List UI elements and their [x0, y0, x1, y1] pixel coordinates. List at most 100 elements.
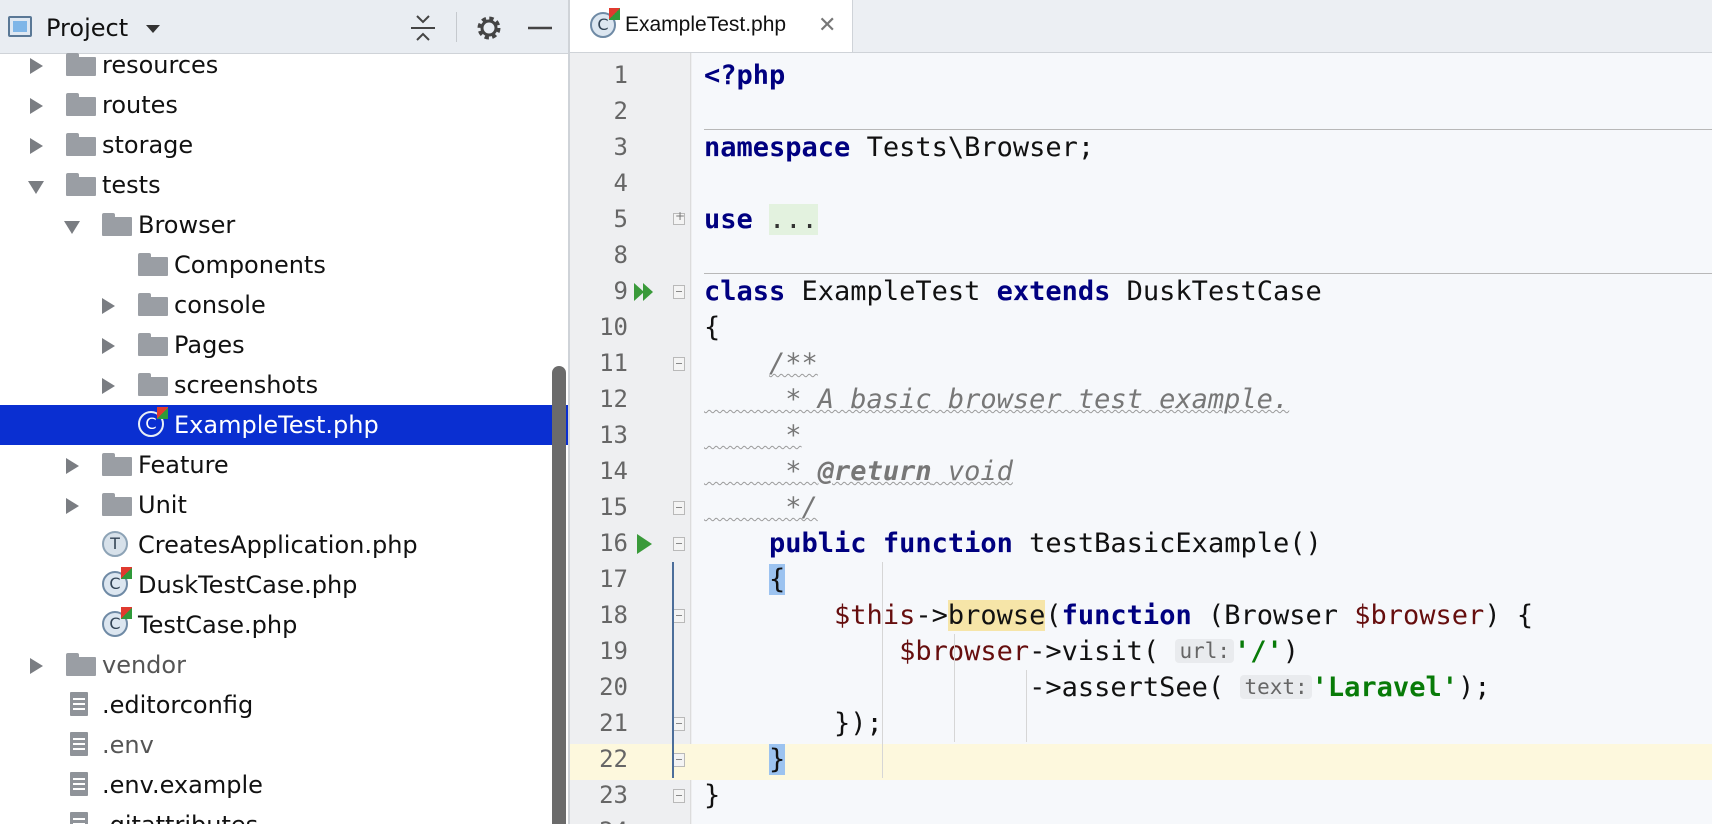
code-text[interactable]: }	[704, 744, 786, 775]
line-number: 17	[599, 565, 628, 593]
gear-icon[interactable]	[471, 10, 507, 46]
code-text[interactable]: */	[704, 492, 818, 523]
tree-item-resources[interactable]: resources	[0, 45, 556, 85]
line-number: 12	[599, 385, 628, 413]
code-line[interactable]: 23}	[570, 778, 1712, 814]
code-line[interactable]: 14 * @return void	[570, 454, 1712, 490]
expand-arrow-right-icon[interactable]	[102, 298, 115, 314]
code-text[interactable]: }	[704, 780, 720, 811]
php-class-icon: C	[590, 8, 620, 38]
run-tests-icon[interactable]	[632, 280, 656, 304]
tree-item-testcase-php[interactable]: C TestCase.php	[0, 605, 556, 645]
tree-item-console[interactable]: console	[0, 285, 556, 325]
fold-collapse-icon[interactable]	[673, 357, 685, 371]
code-text[interactable]: <?php	[704, 60, 785, 91]
fold-expand-icon[interactable]	[673, 209, 685, 225]
code-line[interactable]: 20 ->assertSee( text: 'Laravel');	[570, 670, 1712, 706]
code-text[interactable]: $browser->visit( url: '/')	[704, 636, 1299, 667]
fold-collapse-icon[interactable]	[673, 717, 685, 731]
fold-collapse-icon[interactable]	[673, 789, 685, 803]
tree-item-tests[interactable]: tests	[0, 165, 556, 205]
minimize-icon[interactable]	[522, 10, 558, 46]
code-text[interactable]: *	[704, 420, 801, 451]
fold-collapse-icon[interactable]	[673, 537, 685, 551]
code-text[interactable]: ->assertSee( text: 'Laravel');	[704, 672, 1490, 703]
code-text[interactable]: {	[704, 312, 720, 343]
collapse-all-icon[interactable]	[405, 10, 441, 46]
editor-pane: C ExampleTest.php ✕ 1 <?php 2 3 namespace Te…	[570, 0, 1712, 824]
expand-arrow-right-icon[interactable]	[30, 138, 43, 154]
code-line[interactable]: 1 <?php	[570, 58, 1712, 94]
code-line[interactable]: 16 public function testBasicExample()	[570, 526, 1712, 562]
code-line[interactable]: 4	[570, 166, 1712, 202]
tree-item-unit[interactable]: Unit	[0, 485, 556, 525]
close-icon[interactable]: ✕	[818, 13, 836, 38]
code-line[interactable]: 2	[570, 94, 1712, 130]
fold-collapse-icon[interactable]	[673, 501, 685, 515]
tree-item-label: CreatesApplication.php	[138, 531, 418, 559]
fold-collapse-icon[interactable]	[673, 609, 685, 623]
code-text[interactable]: * A basic browser test example.	[704, 384, 1289, 415]
project-title[interactable]: Project	[46, 14, 128, 42]
code-line[interactable]: 18 $this->browse(function (Browser $brow…	[570, 598, 1712, 634]
fold-collapse-icon[interactable]	[673, 753, 685, 767]
code-line[interactable]: 22 }	[570, 742, 1712, 778]
tree-item--gitattributes[interactable]: .gitattributes	[0, 805, 556, 824]
tree-item-createsapplication-php[interactable]: T CreatesApplication.php	[0, 525, 556, 565]
expand-arrow-down-icon[interactable]	[28, 181, 44, 194]
code-text[interactable]: namespace Tests\Browser;	[704, 132, 1094, 163]
tree-item-routes[interactable]: routes	[0, 85, 556, 125]
indent-guide	[954, 634, 955, 742]
tree-item--env[interactable]: .env	[0, 725, 556, 765]
code-text[interactable]: $this->browse(function (Browser $browser…	[704, 600, 1533, 631]
tree-item-storage[interactable]: storage	[0, 125, 556, 165]
code-text[interactable]: public function testBasicExample()	[704, 528, 1322, 559]
expand-arrow-down-icon[interactable]	[64, 221, 80, 234]
code-line[interactable]: 5 use ...	[570, 202, 1712, 238]
tree-item--editorconfig[interactable]: .editorconfig	[0, 685, 556, 725]
expand-arrow-right-icon[interactable]	[30, 98, 43, 114]
expand-arrow-right-icon[interactable]	[66, 458, 79, 474]
code-line[interactable]: 9 class ExampleTest extends DuskTestCase	[570, 274, 1712, 310]
tree-item-feature[interactable]: Feature	[0, 445, 556, 485]
code-line[interactable]: 17 {	[570, 562, 1712, 598]
indent-guide	[1026, 670, 1027, 742]
tree-item-exampletest-php[interactable]: C ExampleTest.php	[0, 405, 570, 445]
code-line[interactable]: 24	[570, 814, 1712, 824]
expand-arrow-right-icon[interactable]	[66, 498, 79, 514]
expand-arrow-right-icon[interactable]	[30, 58, 43, 74]
tree-item-pages[interactable]: Pages	[0, 325, 556, 365]
code-line[interactable]: 12 * A basic browser test example.	[570, 382, 1712, 418]
code-text[interactable]: /**	[704, 348, 818, 379]
code-text[interactable]: {	[704, 564, 786, 595]
code-line[interactable]: 8	[570, 238, 1712, 274]
tree-item-vendor[interactable]: vendor	[0, 645, 556, 685]
tree-item-label: console	[174, 291, 266, 319]
expand-arrow-right-icon[interactable]	[102, 338, 115, 354]
fold-collapse-icon[interactable]	[673, 285, 685, 299]
code-text[interactable]: use ...	[704, 204, 818, 235]
editor-tab-bar: C ExampleTest.php ✕	[570, 0, 1712, 53]
code-line[interactable]: 19 $browser->visit( url: '/')	[570, 634, 1712, 670]
tree-item-screenshots[interactable]: screenshots	[0, 365, 556, 405]
project-scrollbar[interactable]	[552, 366, 566, 824]
code-text[interactable]: class ExampleTest extends DuskTestCase	[704, 276, 1322, 307]
code-text[interactable]: });	[704, 708, 883, 739]
chevron-down-icon[interactable]	[146, 25, 160, 33]
editor-tab[interactable]: C ExampleTest.php ✕	[570, 0, 853, 52]
folder-icon	[138, 333, 168, 356]
expand-arrow-right-icon[interactable]	[102, 378, 115, 394]
tree-item--env-example[interactable]: .env.example	[0, 765, 556, 805]
code-line[interactable]: 13 *	[570, 418, 1712, 454]
tree-item-components[interactable]: Components	[0, 245, 556, 285]
expand-arrow-right-icon[interactable]	[30, 658, 43, 674]
code-text[interactable]: * @return void	[704, 456, 1013, 487]
code-line[interactable]: 15 */	[570, 490, 1712, 526]
run-test-icon[interactable]	[632, 532, 656, 556]
code-line[interactable]: 10 {	[570, 310, 1712, 346]
code-line[interactable]: 3 namespace Tests\Browser;	[570, 130, 1712, 166]
tree-item-dusktestcase-php[interactable]: C DuskTestCase.php	[0, 565, 556, 605]
tree-item-browser[interactable]: Browser	[0, 205, 556, 245]
code-line[interactable]: 11 /**	[570, 346, 1712, 382]
code-line[interactable]: 21 });	[570, 706, 1712, 742]
